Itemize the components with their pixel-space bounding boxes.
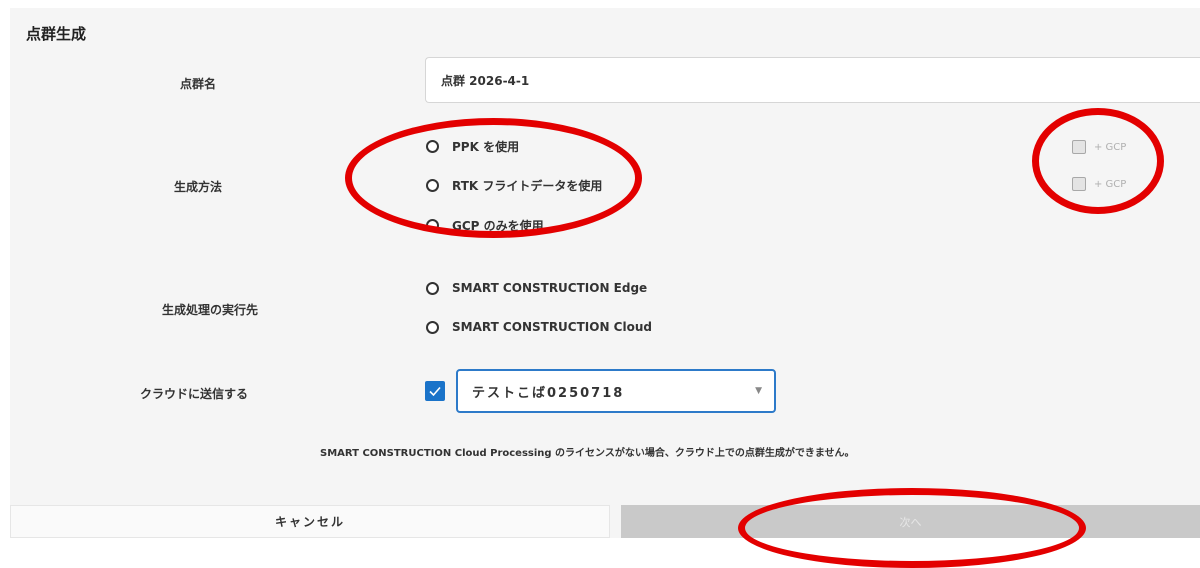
dialog-title: 点群生成: [26, 25, 87, 43]
rtk-gcp-label: + GCP: [1094, 178, 1127, 190]
checkmark-icon: [429, 386, 441, 397]
rtk-gcp-checkbox[interactable]: + GCP: [1072, 177, 1126, 191]
radio-circle-icon: [426, 320, 439, 334]
radio-sc-cloud[interactable]: SMART CONSTRUCTION Cloud: [426, 320, 652, 334]
radio-circle-icon: [426, 140, 439, 153]
radio-use-rtk-label: RTK フライトデータを使用: [452, 179, 603, 193]
point-cloud-name-input[interactable]: [425, 57, 1200, 103]
ppk-gcp-label: + GCP: [1094, 141, 1127, 153]
send-to-cloud-checkbox[interactable]: [425, 381, 445, 401]
ppk-gcp-checkbox[interactable]: + GCP: [1072, 140, 1126, 154]
checkbox-icon: [1072, 140, 1086, 154]
cloud-project-select-value: テストこば0250718: [472, 385, 625, 401]
radio-circle-icon: [426, 179, 439, 192]
next-button[interactable]: 次へ: [621, 505, 1200, 538]
radio-use-gcp-only-label: GCP のみを使用: [452, 219, 544, 233]
send-to-cloud-label: クラウドに送信する: [140, 387, 249, 401]
radio-use-rtk[interactable]: RTK フライトデータを使用: [426, 177, 602, 194]
chevron-down-icon: ▼: [755, 386, 762, 396]
checkbox-icon: [1072, 177, 1086, 191]
radio-sc-cloud-label: SMART CONSTRUCTION Cloud: [452, 320, 652, 334]
radio-circle-icon: [426, 281, 439, 295]
radio-use-ppk-label: PPK を使用: [452, 140, 520, 154]
cancel-button[interactable]: キャンセル: [10, 505, 610, 538]
license-note: SMART CONSTRUCTION Cloud Processing のライセ…: [320, 448, 855, 459]
point-cloud-name-label: 点群名: [180, 77, 217, 91]
radio-use-ppk[interactable]: PPK を使用: [426, 138, 519, 155]
generation-method-label: 生成方法: [174, 180, 223, 194]
radio-circle-icon: [426, 219, 439, 232]
cloud-project-select[interactable]: テストこば0250718 ▼: [456, 369, 776, 413]
radio-use-gcp-only[interactable]: GCP のみを使用: [426, 217, 544, 234]
radio-sc-edge-label: SMART CONSTRUCTION Edge: [452, 281, 648, 295]
execution-target-label: 生成処理の実行先: [162, 303, 259, 317]
radio-sc-edge[interactable]: SMART CONSTRUCTION Edge: [426, 281, 647, 295]
